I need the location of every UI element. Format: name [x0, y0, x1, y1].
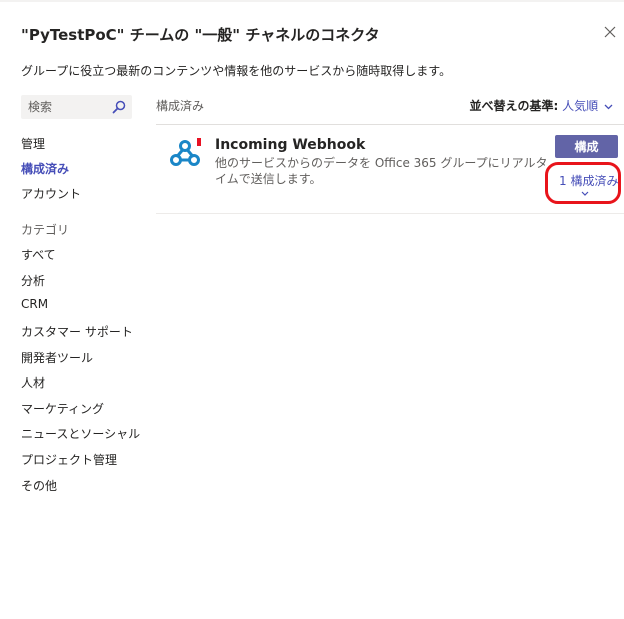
- category-header: カテゴリ: [21, 223, 70, 237]
- sidebar-item-manage[interactable]: 管理: [21, 135, 45, 152]
- sidebar-item-account[interactable]: アカウント: [21, 185, 81, 202]
- search-box[interactable]: [21, 95, 132, 119]
- section-title: 構成済み: [156, 99, 205, 113]
- sidebar-item-configured[interactable]: 構成済み: [21, 160, 69, 177]
- top-border: [0, 0, 624, 2]
- category-all[interactable]: すべて: [21, 246, 56, 263]
- badge-shape: [197, 138, 201, 146]
- dialog-title: "PyTestPoC" チームの "一般" チャネルのコネクタ: [21, 26, 380, 44]
- category-hr[interactable]: 人材: [21, 374, 45, 391]
- category-customer-support[interactable]: カスタマー サポート: [21, 323, 133, 340]
- configure-button[interactable]: 構成: [555, 135, 618, 158]
- sort-label: 並べ替えの基準:: [469, 99, 559, 113]
- category-other[interactable]: その他: [21, 477, 57, 494]
- divider: [156, 124, 624, 125]
- dialog-subtitle: グループに役立つ最新のコンテンツや情報を他のサービスから随時取得します。: [21, 64, 452, 78]
- category-news-social[interactable]: ニュースとソーシャル: [21, 425, 140, 442]
- divider: [156, 213, 624, 214]
- category-analytics[interactable]: 分析: [21, 272, 45, 289]
- category-marketing[interactable]: マーケティング: [21, 400, 104, 417]
- search-input[interactable]: [21, 95, 109, 119]
- webhook-icon: [170, 138, 201, 166]
- sort-control[interactable]: 並べ替えの基準: 人気順: [470, 97, 613, 114]
- highlight-annotation: [545, 162, 621, 204]
- sort-value[interactable]: 人気順: [562, 99, 598, 113]
- close-icon[interactable]: [600, 22, 620, 42]
- chevron-down-icon[interactable]: [604, 104, 613, 110]
- category-developer-tools[interactable]: 開発者ツール: [21, 349, 93, 366]
- category-crm[interactable]: CRM: [21, 297, 48, 311]
- category-project-management[interactable]: プロジェクト管理: [21, 451, 117, 468]
- connector-name: Incoming Webhook: [215, 137, 366, 153]
- connector-description: 他のサービスからのデータを Office 365 グループにリアルタイムで送信し…: [215, 156, 548, 186]
- search-icon[interactable]: [112, 100, 126, 114]
